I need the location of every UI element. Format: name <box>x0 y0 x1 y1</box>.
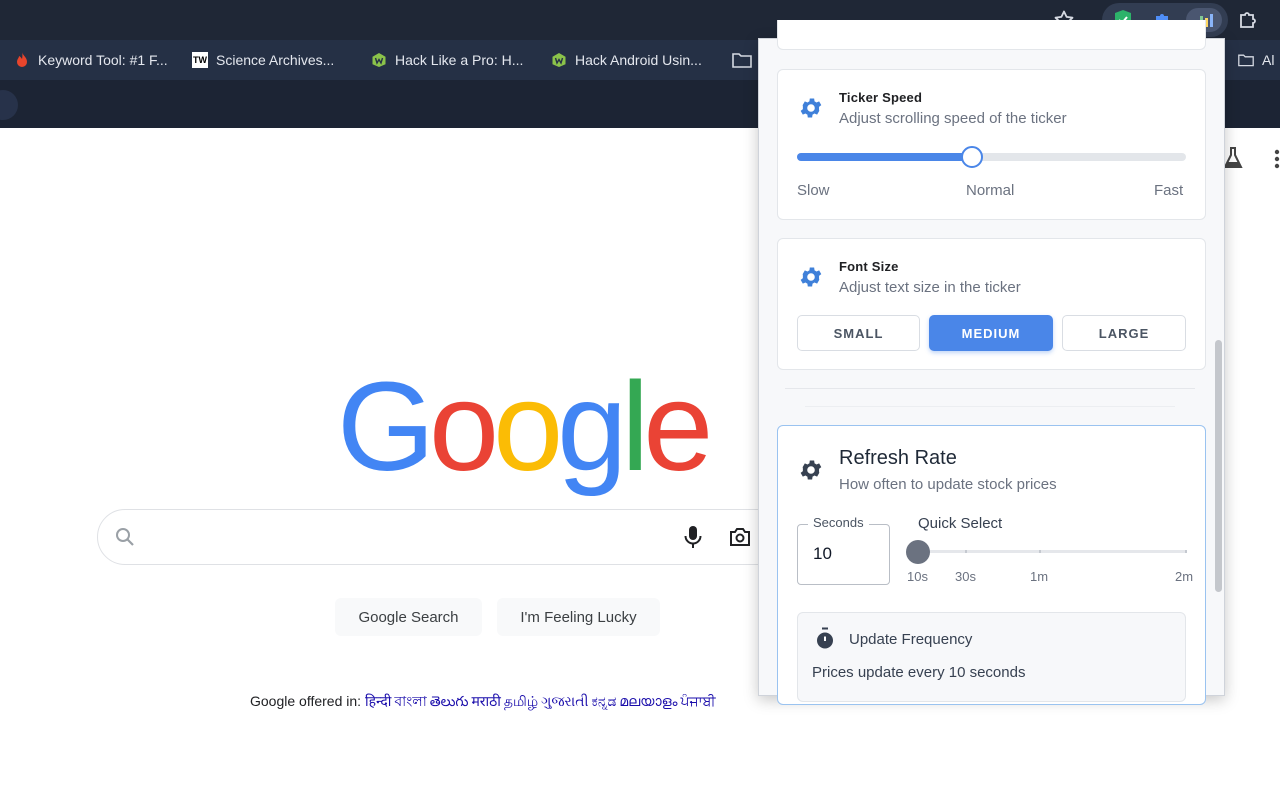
slider-label-fast: Fast <box>1154 182 1184 199</box>
feeling-lucky-button[interactable]: I'm Feeling Lucky <box>497 598 660 636</box>
font-size-large-button[interactable]: LARGE <box>1062 315 1186 351</box>
slider-label-slow: Slow <box>797 182 830 199</box>
quick-select-label: Quick Select <box>918 515 1003 532</box>
quick-select-mark: 1m <box>1030 569 1049 584</box>
logo-letter: g <box>557 356 627 497</box>
bookmark-label: Science Archives... <box>216 52 335 68</box>
quick-select-slider-thumb[interactable] <box>906 540 930 564</box>
section-divider <box>785 388 1195 389</box>
font-size-title: Font Size <box>839 259 899 274</box>
logo-letter: l <box>621 356 649 497</box>
tw-logo-icon: TW <box>192 52 208 68</box>
language-link[interactable]: മലയാളം <box>619 693 677 709</box>
quick-select-mark: 2m <box>1175 569 1194 584</box>
popup-scrollbar-thumb[interactable] <box>1215 340 1222 592</box>
section-divider <box>805 406 1175 407</box>
language-link[interactable]: தமிழ் <box>504 693 538 709</box>
font-size-medium-button[interactable]: MEDIUM <box>929 315 1053 351</box>
logo-letter: o <box>493 356 563 497</box>
logo-letter: o <box>429 356 499 497</box>
ticker-speed-slider-fill <box>797 153 973 161</box>
google-logo: Google <box>337 364 713 490</box>
quick-select-tick <box>1039 550 1041 553</box>
wonderhowto-icon <box>551 52 567 68</box>
bookmark-hack-android[interactable]: Hack Android Usin... <box>551 48 702 72</box>
language-link[interactable]: मराठी <box>471 693 500 709</box>
ticker-speed-slider-thumb[interactable] <box>961 146 984 168</box>
bookmark-label: Hack Android Usin... <box>575 52 702 68</box>
slider-label-normal: Normal <box>966 182 1015 199</box>
wonderhowto-icon <box>371 52 387 68</box>
language-link[interactable]: ਪੰਜਾਬੀ <box>680 693 715 709</box>
language-link[interactable]: বাংলা <box>394 693 426 709</box>
ticker-speed-subtitle: Adjust scrolling speed of the ticker <box>839 110 1067 127</box>
update-frequency-title: Update Frequency <box>849 631 973 648</box>
bookmark-keyword-tool[interactable]: Keyword Tool: #1 F... <box>14 48 168 72</box>
gear-icon <box>798 457 824 483</box>
refresh-rate-subtitle: How often to update stock prices <box>839 476 1057 493</box>
bookmark-label: Hack Like a Pro: H... <box>395 52 524 68</box>
ticker-speed-title: Ticker Speed <box>839 90 923 105</box>
font-size-small-button[interactable]: SMALL <box>797 315 920 351</box>
extensions-menu-icon[interactable] <box>1236 8 1260 32</box>
quick-select-mark: 10s <box>907 569 928 584</box>
quick-select-tick <box>1185 550 1187 553</box>
font-size-subtitle: Adjust text size in the ticker <box>839 279 1021 296</box>
quick-select-slider[interactable] <box>917 550 1187 553</box>
ticker-speed-slider[interactable] <box>797 153 1186 161</box>
logo-letter: e <box>643 356 713 497</box>
bookmark-hack-like-a-pro[interactable]: Hack Like a Pro: H... <box>371 48 523 72</box>
timer-icon <box>813 627 837 651</box>
update-frequency-box <box>797 612 1186 702</box>
language-link[interactable]: ಕನ್ನಡ <box>592 693 617 709</box>
google-search-button[interactable]: Google Search <box>335 598 482 636</box>
microphone-icon[interactable] <box>682 525 704 549</box>
flame-icon <box>14 52 30 68</box>
update-frequency-text: Prices update every 10 seconds <box>812 664 1026 681</box>
seconds-input[interactable] <box>797 524 890 585</box>
bookmark-folder-al[interactable]: Al <box>1238 48 1274 72</box>
gear-icon <box>798 95 824 121</box>
bookmark-label: Keyword Tool: #1 F... <box>38 52 168 68</box>
camera-lens-icon[interactable] <box>728 526 752 548</box>
folder-icon <box>1238 52 1254 68</box>
previous-settings-card <box>777 20 1206 50</box>
offered-languages: Google offered in: हिन्दी বাংলা తెలుగు मराठ… <box>250 690 719 714</box>
gear-icon <box>798 264 824 290</box>
offered-prefix: Google offered in: <box>250 693 362 709</box>
language-link[interactable]: हिन्दी <box>365 693 391 709</box>
bookmark-label: Al <box>1262 52 1275 68</box>
search-icon <box>114 526 136 548</box>
bookmark-science-archives[interactable]: TW Science Archives... <box>192 48 334 72</box>
labs-flask-icon[interactable] <box>1222 146 1244 170</box>
quick-select-mark: 30s <box>955 569 976 584</box>
refresh-rate-title: Refresh Rate <box>839 447 957 469</box>
bookmark-folder-icon[interactable] <box>732 52 752 68</box>
language-link[interactable]: ગુજરાતી <box>541 693 588 709</box>
seconds-input-value: 10 <box>813 544 832 563</box>
logo-letter: G <box>337 356 435 497</box>
seconds-input-label: Seconds <box>808 515 869 530</box>
apps-menu-icon[interactable] <box>1274 149 1280 169</box>
quick-select-tick <box>965 550 967 553</box>
language-link[interactable]: తెలుగు <box>430 693 469 709</box>
